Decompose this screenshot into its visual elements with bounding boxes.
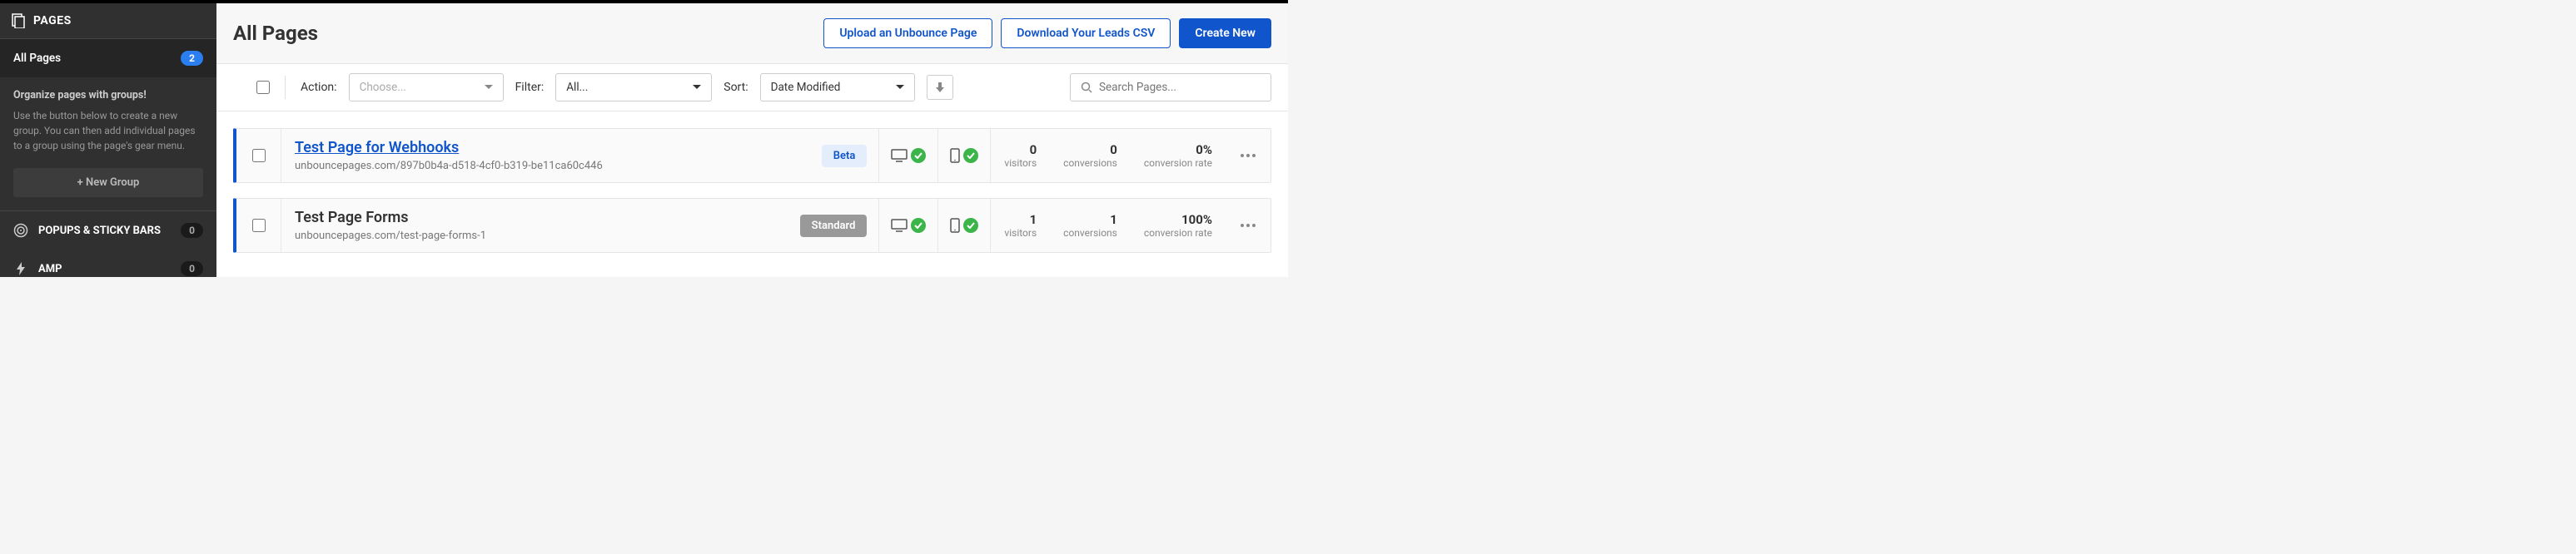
select-all-checkbox[interactable] <box>256 81 270 94</box>
target-icon <box>13 223 28 238</box>
upload-page-button[interactable]: Upload an Unbounce Page <box>823 18 992 48</box>
chevron-down-icon <box>896 85 904 90</box>
row-checkbox[interactable] <box>252 219 266 232</box>
bolt-icon <box>13 261 28 276</box>
page-row: Test Page for Webhooks unbouncepages.com… <box>233 128 1271 183</box>
visitors-label: visitors <box>1004 227 1037 239</box>
page-url: unbouncepages.com/897b0b4a-d518-4cf0-b31… <box>295 160 797 172</box>
visitors-count: 1 <box>1030 212 1037 227</box>
sort-label: Sort: <box>724 81 748 94</box>
visitors-count: 0 <box>1030 142 1037 157</box>
page-url: unbouncepages.com/test-page-forms-1 <box>295 230 775 242</box>
check-icon <box>963 148 978 163</box>
sidebar-nav-amp[interactable]: AMP 0 <box>0 250 216 288</box>
sidebar-item-all-pages[interactable]: All Pages 2 <box>0 39 216 77</box>
page-title: All Pages <box>233 22 318 45</box>
check-icon <box>911 218 926 233</box>
filter-label: Filter: <box>515 81 545 94</box>
sidebar-nav-popups[interactable]: POPUPS & STICKY BARS 0 <box>0 211 216 250</box>
amp-count-badge: 0 <box>181 261 203 276</box>
more-actions-button[interactable] <box>1226 129 1271 182</box>
create-new-button[interactable]: Create New <box>1179 18 1271 48</box>
filter-select[interactable]: All... <box>555 73 712 101</box>
page-title-link: Test Page Forms <box>295 209 775 226</box>
conversions-count: 0 <box>1110 142 1117 157</box>
visitors-label: visitors <box>1004 157 1037 169</box>
page-type-badge: Standard <box>800 215 868 237</box>
search-input[interactable] <box>1099 81 1261 94</box>
sort-select[interactable]: Date Modified <box>760 73 915 101</box>
page-title-link[interactable]: Test Page for Webhooks <box>295 139 797 156</box>
popups-count-badge: 0 <box>181 223 203 238</box>
organize-title: Organize pages with groups! <box>13 89 203 101</box>
new-group-button[interactable]: + New Group <box>13 168 203 197</box>
rate-label: conversion rate <box>1144 157 1212 169</box>
conversions-count: 1 <box>1110 212 1117 227</box>
search-container <box>1070 73 1271 101</box>
chevron-down-icon <box>693 85 701 90</box>
page-row: Test Page Forms unbouncepages.com/test-p… <box>233 198 1271 253</box>
sort-direction-button[interactable] <box>927 75 953 100</box>
check-icon <box>963 218 978 233</box>
rate-value: 0% <box>1196 142 1212 157</box>
chevron-down-icon <box>485 85 493 90</box>
pages-icon <box>12 13 25 28</box>
conversions-label: conversions <box>1063 157 1117 169</box>
more-actions-button[interactable] <box>1226 199 1271 252</box>
sidebar-nav-label: POPUPS & STICKY BARS <box>38 225 161 237</box>
check-icon <box>911 148 926 163</box>
desktop-icon <box>891 219 908 232</box>
sidebar-nav-label: AMP <box>38 263 62 275</box>
row-checkbox[interactable] <box>252 149 266 162</box>
rate-label: conversion rate <box>1144 227 1212 239</box>
mobile-icon <box>950 218 960 233</box>
download-leads-button[interactable]: Download Your Leads CSV <box>1001 18 1171 48</box>
page-type-badge: Beta <box>822 145 868 167</box>
sidebar-item-label: All Pages <box>13 52 61 65</box>
desktop-icon <box>891 149 908 162</box>
all-pages-count-badge: 2 <box>181 51 203 66</box>
conversions-label: conversions <box>1063 227 1117 239</box>
sidebar-header-title: PAGES <box>33 14 72 27</box>
search-icon <box>1081 82 1092 93</box>
organize-text: Use the button below to create a new gro… <box>13 108 203 153</box>
action-label: Action: <box>301 81 337 94</box>
mobile-icon <box>950 148 960 163</box>
action-select[interactable]: Choose... <box>349 73 504 101</box>
rate-value: 100% <box>1181 212 1212 227</box>
